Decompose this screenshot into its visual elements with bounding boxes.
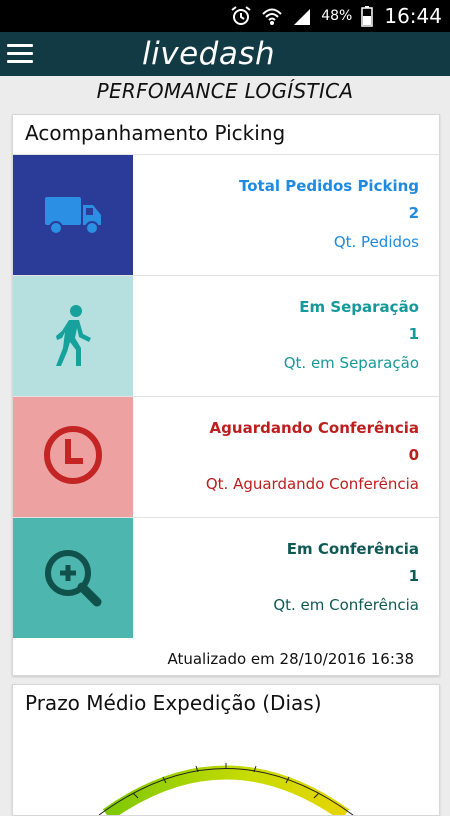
expedicao-card: Prazo Médio Expedição (Dias) xyxy=(12,684,440,816)
app-bar: livedash xyxy=(0,32,450,76)
gauge-chart xyxy=(98,763,354,815)
metric-tile xyxy=(13,397,133,517)
metric-label: Total Pedidos Picking xyxy=(239,177,419,195)
metric-row-aguardando-conferencia[interactable]: Aguardando Conferência 0 Qt. Aguardando … xyxy=(13,396,439,517)
menu-icon[interactable] xyxy=(7,42,35,66)
status-time: 16:44 xyxy=(384,4,442,28)
gauge-arc xyxy=(102,765,350,815)
picking-card-title: Acompanhamento Picking xyxy=(25,121,286,145)
clock-icon xyxy=(44,426,102,484)
app-logo: livedash xyxy=(142,36,276,72)
truck-icon xyxy=(45,197,101,235)
page-title: PERFOMANCE LOGÍSTICA xyxy=(96,79,354,103)
signal-icon xyxy=(294,9,311,25)
metric-sub-label: Qt. Aguardando Conferência xyxy=(205,475,419,493)
metric-tile xyxy=(13,518,133,638)
metric-label: Em Conferência xyxy=(286,540,419,558)
wifi-icon xyxy=(262,8,282,25)
metric-row-em-separacao[interactable]: Em Separação 1 Qt. em Separação xyxy=(13,275,439,396)
alarm-icon xyxy=(231,6,251,25)
metric-value: 1 xyxy=(408,567,419,585)
metric-sub-label: Qt. em Conferência xyxy=(273,596,419,614)
metric-value: 1 xyxy=(408,325,419,343)
battery-percent: 48% xyxy=(321,8,353,24)
metric-sub-label: Qt. Pedidos xyxy=(333,233,419,251)
status-bar: 48% 16:44 xyxy=(0,0,450,32)
zoom-in-icon xyxy=(45,550,102,607)
metric-tile xyxy=(13,155,133,275)
picking-card: Acompanhamento Picking Total Pedidos Pic… xyxy=(12,114,440,676)
metric-sub-label: Qt. em Separação xyxy=(283,354,419,372)
walking-person-icon xyxy=(56,305,91,366)
metric-row-total-pedidos[interactable]: Total Pedidos Picking 2 Qt. Pedidos xyxy=(13,154,439,275)
metric-tile xyxy=(13,276,133,396)
metric-label: Em Separação xyxy=(299,298,419,316)
metric-value: 2 xyxy=(408,204,419,222)
metric-row-em-conferencia[interactable]: Em Conferência 1 Qt. em Conferência xyxy=(13,517,439,638)
status-icons: 48% 16:44 xyxy=(230,0,442,32)
updated-timestamp: Atualizado em 28/10/2016 16:38 xyxy=(167,650,414,668)
metric-value: 0 xyxy=(408,446,419,464)
metric-label: Aguardando Conferência xyxy=(209,419,419,437)
battery-icon xyxy=(361,6,374,27)
